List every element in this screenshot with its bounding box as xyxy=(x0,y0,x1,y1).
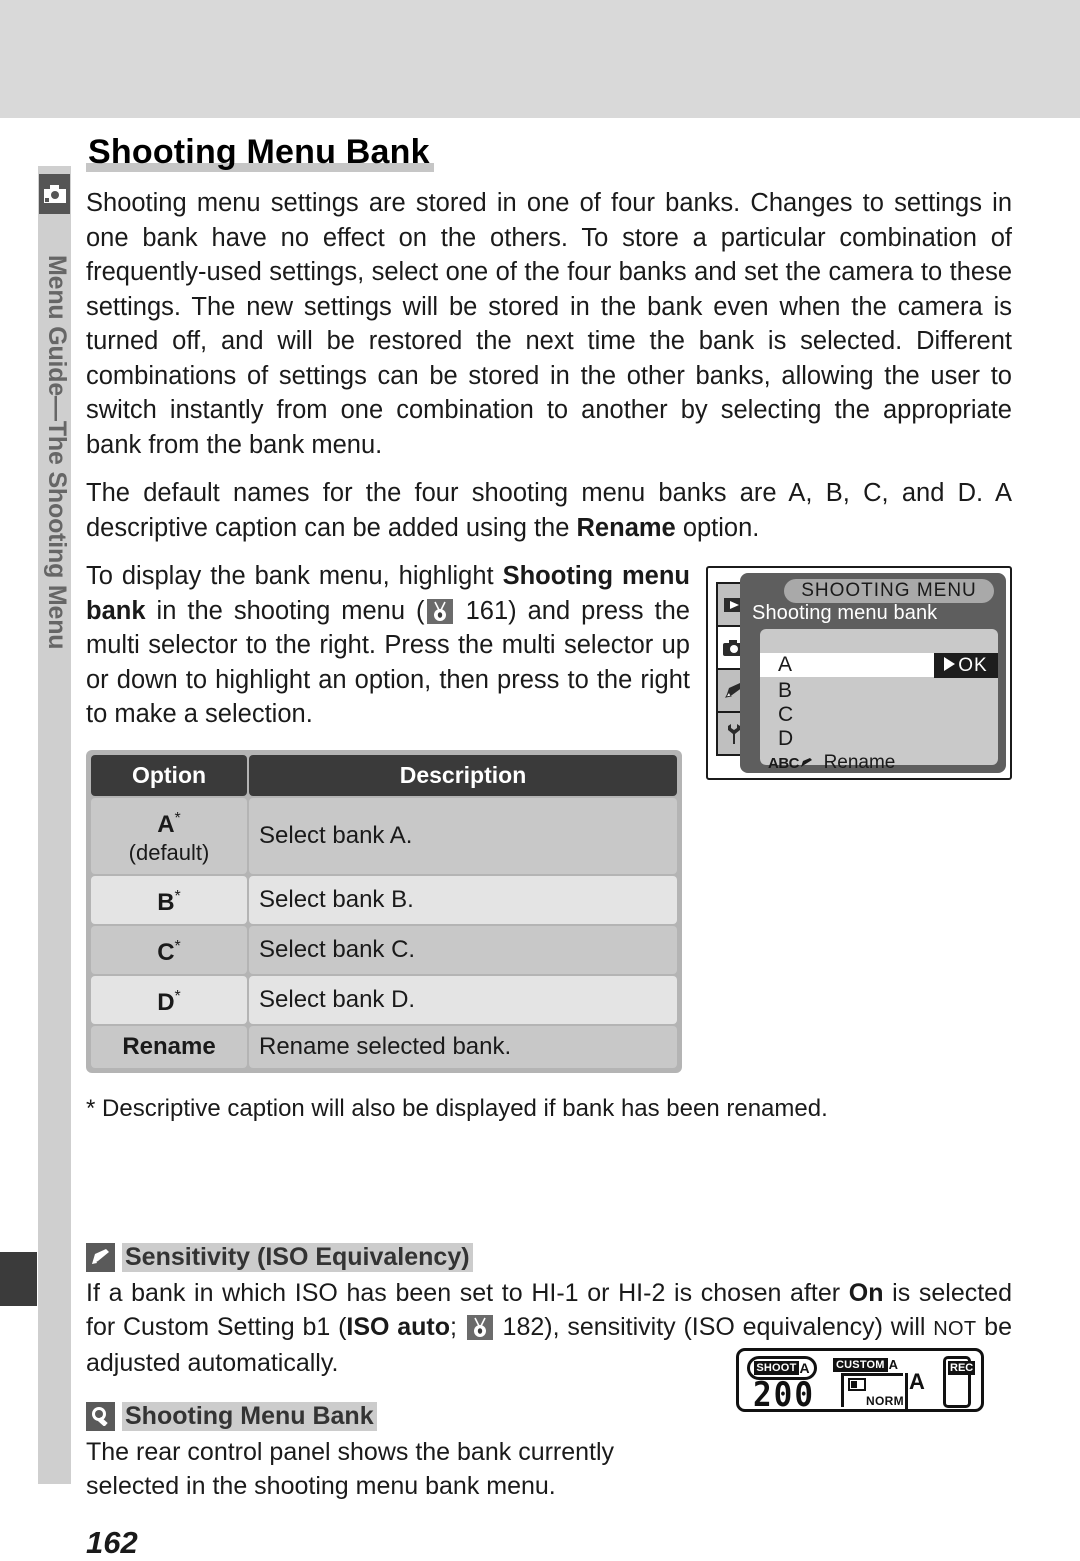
default-names-text-b: option. xyxy=(675,513,760,542)
top-gray-band xyxy=(0,0,1080,118)
rename-option-bold: Rename xyxy=(576,513,676,542)
option-cell: Rename xyxy=(91,1025,247,1068)
description-cell: Select bank A. xyxy=(249,797,677,874)
option-star: * xyxy=(174,887,181,905)
note-title: Shooting Menu Bank xyxy=(122,1401,377,1431)
camera-icon xyxy=(39,174,70,214)
table-row: D* Select bank D. xyxy=(91,975,677,1024)
page-number: 162 xyxy=(86,1524,138,1560)
option-label: C xyxy=(157,938,175,966)
bank-menu-paragraph: To display the bank menu, highlight Shoo… xyxy=(86,559,690,732)
note-page-ref: 182 xyxy=(502,1312,545,1341)
default-names-paragraph: The default names for the four shooting … xyxy=(86,476,1012,545)
page-reference-icon xyxy=(466,1314,493,1340)
note-sensitivity: Sensitivity (ISO Equivalency) If a bank … xyxy=(86,1242,1012,1380)
page-content: Shooting Menu Bank Shooting menu setting… xyxy=(86,135,1012,1561)
table-row: B* Select bank B. xyxy=(91,875,677,924)
option-cell: A* (default) xyxy=(91,797,247,874)
option-label: A xyxy=(157,810,175,838)
note-text-4: ), sensitivity (ISO equivalency) will xyxy=(544,1312,934,1341)
options-table: Option Description A* (default) Select ba… xyxy=(86,749,682,1073)
table-header-row: Option Description xyxy=(91,754,677,796)
description-cell: Select bank D. xyxy=(249,975,677,1024)
column-header-description: Description xyxy=(249,754,677,796)
page-reference-icon xyxy=(426,598,453,624)
description-cell: Select bank B. xyxy=(249,875,677,924)
bank-menu-text-b: in the shooting menu ( xyxy=(145,596,425,625)
note-header: Shooting Menu Bank xyxy=(86,1401,1012,1431)
pencil-icon xyxy=(86,1242,115,1272)
option-default-note: (default) xyxy=(128,839,210,865)
option-star: * xyxy=(174,937,181,955)
note-bold-iso-auto: ISO auto xyxy=(346,1312,451,1341)
option-label: Rename xyxy=(122,1032,216,1060)
option-cell: C* xyxy=(91,925,247,974)
option-star: * xyxy=(174,987,181,1005)
table-row: C* Select bank C. xyxy=(91,925,677,974)
note-header: Sensitivity (ISO Equivalency) xyxy=(86,1242,1012,1272)
option-star: * xyxy=(174,809,181,827)
note-body: If a bank in which ISO has been set to H… xyxy=(86,1276,1012,1380)
default-names-text-a: The default names for the four shooting … xyxy=(86,479,1012,542)
note-text-1: If a bank in which ISO has been set to H… xyxy=(86,1278,849,1307)
option-label: D xyxy=(157,988,175,1016)
page-edge-marker xyxy=(0,1252,37,1306)
bank-menu-page-ref: 161 xyxy=(465,596,509,625)
bank-menu-text-a: To display the bank menu, highlight xyxy=(86,562,503,590)
description-cell: Rename selected bank. xyxy=(249,1025,677,1068)
note-shooting-menu-bank: Shooting Menu Bank The rear control pane… xyxy=(86,1401,1012,1503)
description-cell: Select bank C. xyxy=(249,925,677,974)
sidebar-label: Menu Guide—The Shooting Menu xyxy=(43,254,71,650)
magnifier-icon xyxy=(86,1401,115,1431)
option-cell: B* xyxy=(91,875,247,924)
page-title: Shooting Menu Bank xyxy=(86,135,434,172)
table-row: A* (default) Select bank A. xyxy=(91,797,677,874)
intro-paragraph: Shooting menu settings are stored in one… xyxy=(86,189,1012,459)
column-header-option: Option xyxy=(91,754,247,796)
note-smallcaps-not: NOT xyxy=(933,1317,977,1340)
note-body: The rear control panel shows the bank cu… xyxy=(86,1437,615,1500)
option-label: B xyxy=(157,888,175,916)
table-row: Rename Rename selected bank. xyxy=(91,1025,677,1068)
note-title: Sensitivity (ISO Equivalency) xyxy=(122,1242,473,1272)
table-footnote: * Descriptive caption will also be displ… xyxy=(86,1094,828,1122)
option-cell: D* xyxy=(91,975,247,1024)
note-bold-on: On xyxy=(848,1278,884,1307)
note-text-3: ; xyxy=(450,1312,465,1341)
